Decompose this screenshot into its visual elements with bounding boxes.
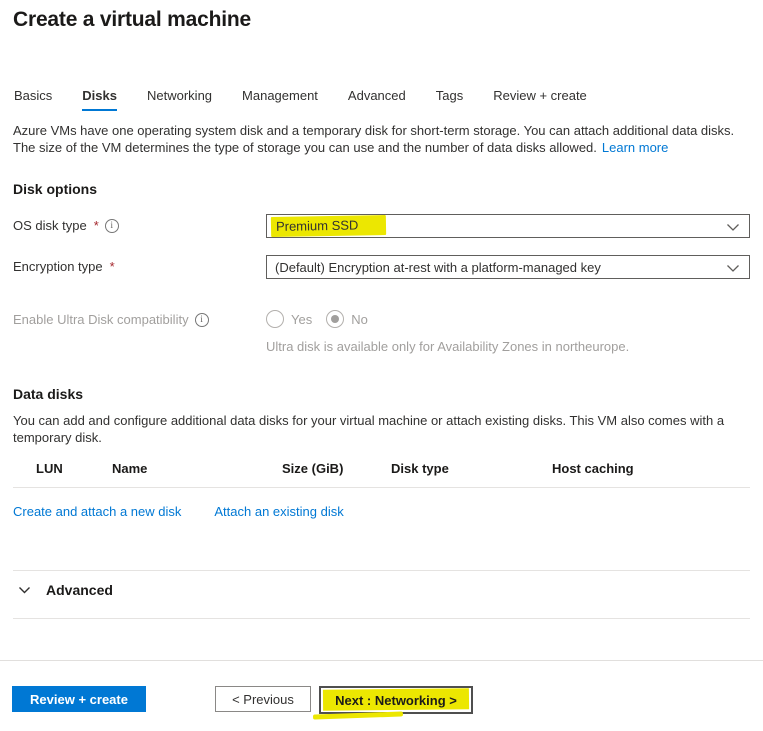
disks-intro-text: Azure VMs have one operating system disk… (13, 122, 750, 156)
advanced-section-toggle[interactable]: Advanced (13, 571, 750, 609)
os-disk-type-label: OS disk type (13, 218, 87, 233)
attach-existing-disk-link[interactable]: Attach an existing disk (214, 504, 343, 519)
tab-advanced[interactable]: Advanced (347, 86, 407, 112)
column-header-host-caching: Host caching (552, 461, 634, 476)
column-header-size: Size (GiB) (282, 461, 343, 476)
radio-checked-icon[interactable] (326, 310, 344, 328)
radio-unchecked-icon[interactable] (266, 310, 284, 328)
data-disks-table-header: LUN Name Size (GiB) Disk type Host cachi… (13, 461, 750, 478)
create-vm-page: Create a virtual machine Basics Disks Ne… (0, 8, 763, 619)
learn-more-link[interactable]: Learn more (602, 140, 668, 155)
tab-tags[interactable]: Tags (435, 86, 464, 112)
data-disks-heading: Data disks (13, 386, 750, 402)
ultra-disk-row: Enable Ultra Disk compatibility Yes No U… (13, 308, 750, 355)
ultra-disk-radio-no[interactable]: No (326, 310, 368, 328)
highlight-swipe (313, 711, 403, 719)
os-disk-type-value-highlighted: Premium SSD (271, 215, 387, 237)
next-button-label: Next : Networking > (335, 693, 457, 708)
tab-basics[interactable]: Basics (13, 86, 53, 112)
radio-no-label: No (351, 312, 368, 327)
encryption-type-label-group: Encryption type * (13, 255, 266, 274)
chevron-down-icon (726, 262, 740, 274)
data-disk-links: Create and attach a new disk Attach an e… (13, 504, 750, 519)
encryption-type-row: Encryption type * (Default) Encryption at… (13, 255, 750, 279)
os-disk-type-row: OS disk type * Premium SSD (13, 214, 750, 238)
required-indicator: * (94, 218, 99, 233)
encryption-type-value: (Default) Encryption at-rest with a plat… (275, 260, 601, 275)
table-divider (13, 487, 750, 488)
ultra-disk-helper-text: Ultra disk is available only for Availab… (266, 339, 750, 355)
info-icon[interactable] (105, 219, 119, 233)
encryption-type-dropdown[interactable]: (Default) Encryption at-rest with a plat… (266, 255, 750, 279)
review-create-button[interactable]: Review + create (12, 686, 146, 712)
ultra-disk-radio-yes[interactable]: Yes (266, 310, 312, 328)
wizard-footer: Review + create < Previous Next : Networ… (0, 660, 763, 731)
required-indicator: * (110, 259, 115, 274)
encryption-type-label: Encryption type (13, 259, 103, 274)
wizard-tabs: Basics Disks Networking Management Advan… (13, 86, 750, 112)
advanced-section-label: Advanced (46, 582, 113, 598)
tab-review-create[interactable]: Review + create (492, 86, 588, 112)
tab-networking[interactable]: Networking (146, 86, 213, 112)
radio-yes-label: Yes (291, 312, 312, 327)
data-disks-description: You can add and configure additional dat… (13, 412, 743, 446)
ultra-disk-label: Enable Ultra Disk compatibility (13, 312, 189, 327)
disk-options-heading: Disk options (13, 181, 750, 197)
ultra-disk-radio-group: Yes No (266, 308, 750, 328)
ultra-disk-label-group: Enable Ultra Disk compatibility (13, 308, 266, 327)
next-networking-button[interactable]: Next : Networking > (319, 686, 473, 714)
column-header-lun: LUN (36, 461, 63, 476)
os-disk-type-dropdown[interactable]: Premium SSD (266, 214, 750, 238)
advanced-bottom-divider (13, 618, 750, 619)
chevron-down-icon (726, 221, 740, 233)
os-disk-type-label-group: OS disk type * (13, 214, 266, 233)
tab-disks[interactable]: Disks (81, 86, 118, 112)
info-icon[interactable] (195, 313, 209, 327)
column-header-disk-type: Disk type (391, 461, 449, 476)
column-header-name: Name (112, 461, 147, 476)
create-attach-new-disk-link[interactable]: Create and attach a new disk (13, 504, 181, 519)
previous-button[interactable]: < Previous (215, 686, 311, 712)
page-title: Create a virtual machine (13, 8, 750, 32)
tab-management[interactable]: Management (241, 86, 319, 112)
chevron-down-icon (18, 584, 31, 596)
